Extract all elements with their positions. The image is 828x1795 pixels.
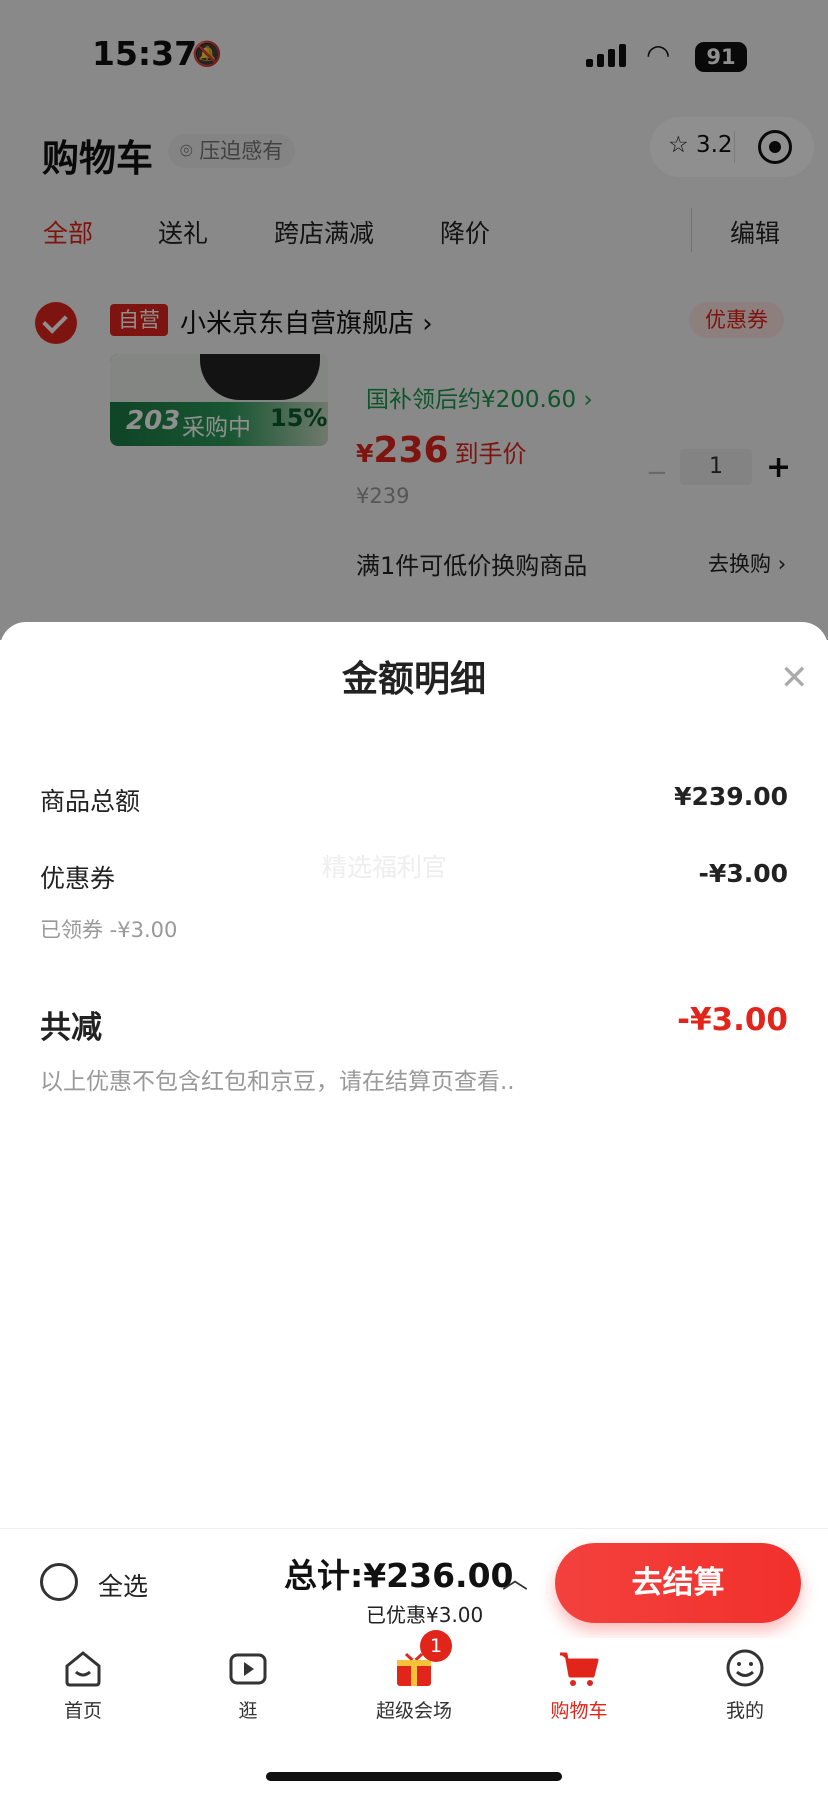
- nav-item-cart[interactable]: 购物车: [519, 1648, 639, 1723]
- nav-label-super-venue: 超级会场: [375, 1700, 452, 1722]
- close-icon[interactable]: ✕: [780, 658, 809, 698]
- nav-item-mine[interactable]: 我的: [685, 1648, 805, 1723]
- home-indicator[interactable]: [266, 1772, 562, 1781]
- nav-badge: 1: [420, 1630, 452, 1662]
- discount-note: 以上优惠不包含红包和京豆，请在结算页查看..: [40, 1069, 515, 1095]
- nav-label-home: 首页: [63, 1700, 102, 1722]
- saved-amount: 已优惠¥3.00: [366, 1603, 484, 1627]
- chevron-up-icon[interactable]: ︿: [502, 1559, 528, 1596]
- amount-detail-sheet: 金额明细 ✕ 商品总额 ¥239.00 精选福利官 优惠券 -¥3.00 已领券…: [0, 622, 828, 1528]
- total-amount: 总计:¥236.00: [284, 1556, 514, 1595]
- select-all-radio[interactable]: [40, 1563, 78, 1601]
- coupon-value: -¥3.00: [698, 859, 788, 888]
- nav-label-mine: 我的: [725, 1700, 764, 1722]
- nav-label-cart: 购物车: [550, 1700, 608, 1722]
- watermark-text: 精选福利官: [322, 853, 448, 882]
- goods-total-value: ¥239.00: [674, 782, 788, 811]
- select-all-label[interactable]: 全选: [98, 1567, 148, 1603]
- sheet-title: 金额明细: [341, 659, 486, 700]
- nav-item-home[interactable]: 首页: [23, 1648, 143, 1723]
- nav-item-super-venue[interactable]: 超级会场: [354, 1648, 474, 1723]
- goods-total-label: 商品总额: [40, 787, 141, 816]
- coupon-label: 优惠券: [40, 864, 116, 893]
- total-discount-value: -¥3.00: [677, 1002, 788, 1038]
- nav-item-browse[interactable]: 逛: [188, 1648, 308, 1723]
- play-icon: [229, 1653, 267, 1685]
- bottom-nav: 首页 逛 超级会场 1 购物车 我的: [0, 1630, 828, 1795]
- checkout-bar: 全选 总计:¥236.00 已优惠¥3.00 ︿ 去结算: [0, 1528, 828, 1639]
- total-discount-label: 共减: [40, 1010, 102, 1046]
- smile-icon: [726, 1649, 764, 1687]
- checkout-button[interactable]: 去结算: [555, 1543, 801, 1623]
- home-icon: [65, 1651, 101, 1687]
- cart-icon: [560, 1652, 599, 1686]
- modal-overlay[interactable]: [0, 0, 828, 640]
- coupon-claimed-text: 已领券 -¥3.00: [40, 918, 178, 942]
- nav-label-browse: 逛: [238, 1700, 258, 1722]
